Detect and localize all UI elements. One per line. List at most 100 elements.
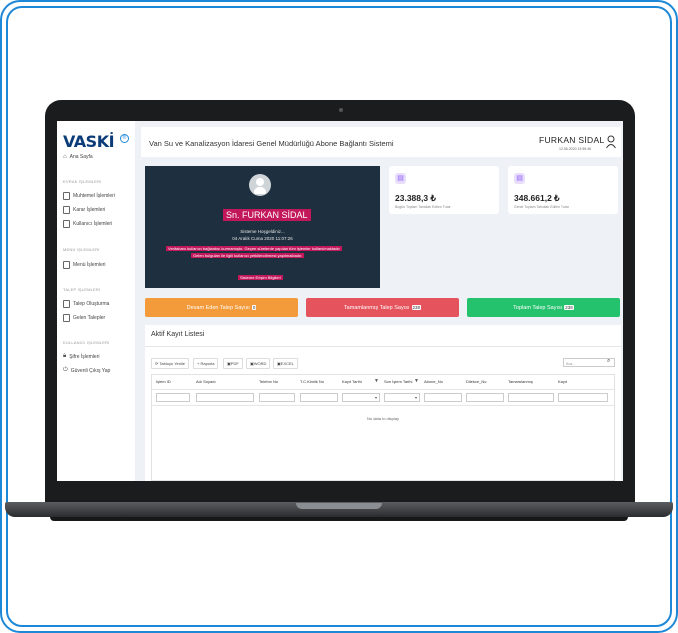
- refresh-table-button[interactable]: ⟳ Tabloyu Yenile: [151, 358, 189, 369]
- ongoing-requests-button[interactable]: Devam Eden Talep Sayısı 0: [145, 298, 298, 317]
- column-header[interactable]: Son İşlem Tarihi: [384, 379, 412, 384]
- column-header[interactable]: Tamamlanmış: [508, 379, 533, 384]
- column-header[interactable]: Dilekce_No: [466, 379, 486, 384]
- home-icon: ⌂: [63, 154, 67, 160]
- camera: [339, 108, 343, 112]
- welcome-panel: Sn. FURKAN SİDAL Sisteme Hoşgeldiniz... …: [145, 166, 380, 288]
- filter-input[interactable]: [466, 393, 504, 402]
- welcome-warning: Gelen bulguları ile ilgili kullanıcı yet…: [191, 253, 305, 258]
- column-header[interactable]: Adı Soyadı: [196, 379, 216, 384]
- sidebar: VASKİ ® ⌂ Ana Sayfa EVRAK İŞLEMLERİ Muht…: [57, 121, 135, 481]
- sidebar-item-label: Karar İşlemleri: [73, 207, 106, 213]
- sidebar-item-talep-olusturma[interactable]: Talep Oluşturma: [63, 300, 109, 308]
- sidebar-item-kullanici[interactable]: Kullanıcı İşlemleri: [63, 220, 112, 228]
- filter-input[interactable]: [424, 393, 462, 402]
- sidebar-section-title: EVRAK İŞLEMLERİ: [63, 179, 102, 184]
- document-icon: [63, 300, 70, 308]
- stat-label: Bugün Toplam Tahsilatı Edilen Tutar: [395, 205, 451, 209]
- column-header[interactable]: Telefon No: [259, 379, 278, 384]
- user-icon[interactable]: [606, 135, 616, 149]
- filter-icon[interactable]: ▼: [414, 378, 419, 384]
- laptop-foot: [50, 517, 628, 521]
- logo-badge: ®: [120, 134, 129, 143]
- sidebar-item-label: Güvenli Çıkış Yap: [70, 367, 111, 374]
- tool-label: Tabloyu Yenile: [159, 361, 185, 366]
- chevron-down-icon: ▾: [374, 395, 377, 400]
- stat-label: Genel Toplam Tahsilatı Edilen Tutar: [514, 205, 569, 209]
- pdf-button[interactable]: ▣PDF: [223, 358, 243, 369]
- sidebar-item-label: Ana Sayfa: [69, 154, 93, 160]
- word-button[interactable]: ▣WORD: [246, 358, 271, 369]
- sidebar-item-gelen-talepler[interactable]: Gelen Talepler: [63, 314, 105, 322]
- access-info-link[interactable]: Sisteme Erişim Bilgileri: [238, 275, 283, 280]
- stat-amount: 348.661,2 ₺: [514, 193, 560, 203]
- app-screen: VASKİ ® ⌂ Ana Sayfa EVRAK İŞLEMLERİ Muht…: [57, 121, 623, 481]
- sidebar-item-label: Talep Oluşturma: [73, 301, 110, 307]
- filter-select[interactable]: ▾: [384, 393, 420, 402]
- column-header[interactable]: İşlem ID: [156, 379, 171, 384]
- tool-label: Raporla: [200, 361, 215, 366]
- divider: [152, 389, 614, 390]
- divider: [145, 346, 621, 347]
- lock-icon: 🔒︎: [63, 353, 67, 359]
- count-badge: 238: [564, 305, 574, 310]
- stat-card-total: ▤ 348.661,2 ₺ Genel Toplam Tahsilatı Edi…: [508, 166, 618, 214]
- sidebar-item-label: Muhtemel İşlemleri: [73, 193, 115, 199]
- filter-input[interactable]: [508, 393, 554, 402]
- welcome-warning: Veritabanı kullanıcı bağlantısı kurmamış…: [166, 246, 342, 251]
- laptop-notch: [296, 503, 382, 509]
- power-icon: ⏻: [63, 367, 68, 373]
- column-header[interactable]: T.C.Kimlik No: [300, 379, 324, 384]
- document-icon: [63, 220, 70, 228]
- sidebar-item-label: Kullanıcı İşlemleri: [73, 221, 113, 227]
- tool-label: EXCEL: [280, 361, 294, 366]
- tool-label: WORD: [253, 361, 267, 366]
- data-grid: İşlem ID Adı Soyadı Telefon No T.C.Kimli…: [151, 374, 615, 481]
- sidebar-item-label: Menü İşlemleri: [73, 262, 106, 268]
- divider: [152, 405, 614, 406]
- column-header[interactable]: Abone_No: [424, 379, 443, 384]
- panel-title: Aktif Kayıt Listesi: [151, 331, 205, 338]
- sidebar-item-logout[interactable]: ⏻ Güvenli Çıkış Yap: [63, 367, 110, 374]
- filter-icon[interactable]: ▼: [374, 378, 379, 384]
- sidebar-item-sifre[interactable]: 🔒︎ Şifre İşlemleri: [63, 353, 100, 360]
- chart-icon: ▤: [395, 173, 406, 184]
- tool-label: PDF: [230, 361, 239, 366]
- count-badge: 0: [251, 305, 257, 310]
- column-header[interactable]: Kayıt Tarihi: [342, 379, 362, 384]
- sidebar-section-title: MENÜ İŞLEMLERİ: [63, 247, 100, 252]
- empty-message: No data to display: [366, 416, 400, 421]
- search-icon[interactable]: ⌕: [607, 358, 610, 365]
- filter-input[interactable]: [300, 393, 338, 402]
- total-requests-button[interactable]: Toplam Talep Sayısı 238: [467, 298, 620, 317]
- welcome-name-banner: Sn. FURKAN SİDAL: [223, 209, 311, 221]
- document-icon: [63, 314, 70, 322]
- filter-select[interactable]: ▾: [342, 393, 380, 402]
- filter-input[interactable]: [259, 393, 295, 402]
- column-header[interactable]: Kayıt: [558, 379, 567, 384]
- document-icon: [63, 261, 70, 269]
- stat-card-today: ▤ 23.388,3 ₺ Bugün Toplam Tahsilatı Edil…: [389, 166, 499, 214]
- filter-input[interactable]: [156, 393, 190, 402]
- sidebar-item-home[interactable]: ⌂ Ana Sayfa: [63, 154, 93, 160]
- sidebar-section-title: TALEP İŞLEMLERİ: [63, 287, 101, 292]
- sidebar-item-muhtemel[interactable]: Muhtemel İşlemleri: [63, 192, 115, 200]
- login-timestamp: 12.06.2020 13:59:46: [559, 147, 592, 151]
- button-label: Devam Eden Talep Sayısı: [186, 304, 250, 311]
- filter-input[interactable]: [196, 393, 254, 402]
- count-badge: 238: [411, 305, 422, 310]
- button-label: Toplam Talep Sayısı: [513, 304, 563, 311]
- filter-input[interactable]: [558, 393, 608, 402]
- chart-icon: ▤: [514, 173, 525, 184]
- sidebar-item-menu[interactable]: Menü İşlemleri: [63, 261, 106, 269]
- user-name[interactable]: FURKAN SİDAL: [539, 135, 604, 145]
- document-icon: [63, 192, 70, 200]
- sidebar-item-label: Gelen Talepler: [73, 315, 106, 321]
- excel-button[interactable]: ▣EXCEL: [273, 358, 298, 369]
- completed-requests-button[interactable]: Tamamlanmış Talep Sayısı 238: [306, 298, 459, 317]
- button-label: Tamamlanmış Talep Sayısı: [343, 304, 410, 311]
- stat-amount: 23.388,3 ₺: [395, 193, 436, 203]
- header: Van Su ve Kanalizasyon İdaresi Genel Müd…: [141, 127, 621, 157]
- sidebar-item-karar[interactable]: Karar İşlemleri: [63, 206, 105, 214]
- report-button[interactable]: + Raporla: [193, 358, 219, 369]
